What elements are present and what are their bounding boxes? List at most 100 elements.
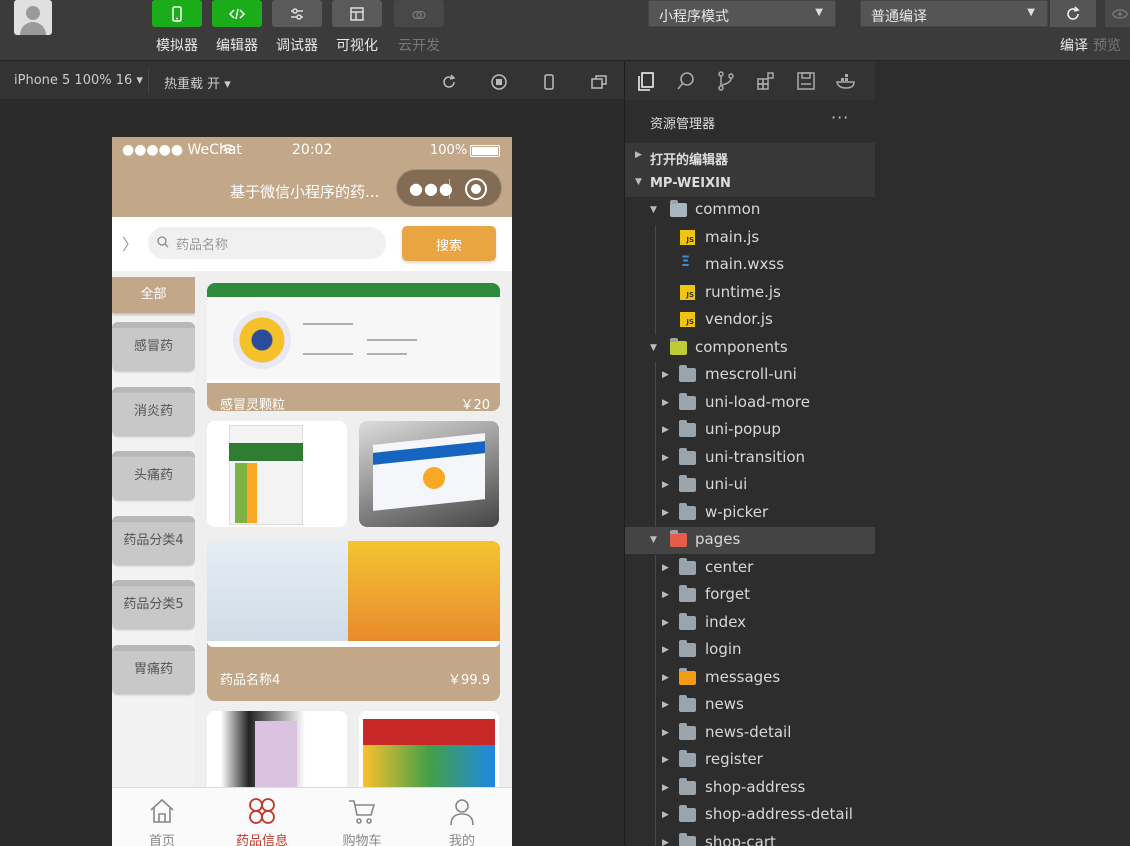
- tree-folder[interactable]: ▶ messages: [625, 665, 875, 692]
- open-editors-section[interactable]: ▶ 打开的编辑器: [625, 143, 875, 170]
- category-all[interactable]: 全部: [112, 277, 195, 313]
- tree-folder[interactable]: ▶ uni-load-more: [625, 390, 875, 417]
- caret-right-icon: ▶: [662, 453, 669, 463]
- tree-file-vendor-js[interactable]: JS vendor.js: [625, 307, 875, 334]
- project-section[interactable]: ▼ MP-WEIXIN: [625, 170, 875, 197]
- source-control-icon[interactable]: [715, 70, 737, 92]
- docker-icon[interactable]: [835, 70, 857, 92]
- tree-folder[interactable]: ▶ w-picker: [625, 500, 875, 527]
- product-price: ￥99.9: [448, 673, 490, 688]
- product-card[interactable]: [359, 421, 499, 527]
- folder-icon: [679, 393, 696, 410]
- tree-folder[interactable]: ▶ uni-ui: [625, 472, 875, 499]
- product-card[interactable]: [207, 421, 347, 527]
- tree-folder[interactable]: ▶ shop-address-detail: [625, 802, 875, 829]
- folder-icon: [679, 750, 696, 767]
- tree-folder[interactable]: ▶ index: [625, 610, 875, 637]
- status-time: 20:02: [292, 142, 333, 158]
- caret-right-icon: ▶: [635, 150, 642, 160]
- close-miniprogram-icon[interactable]: [465, 178, 487, 200]
- tab-home[interactable]: 首页: [112, 788, 212, 846]
- editor-label: 编辑器: [216, 38, 258, 54]
- tab-label: 购物车: [342, 834, 382, 846]
- category-item[interactable]: 消炎药: [112, 387, 195, 435]
- search-button[interactable]: 搜索: [402, 226, 496, 261]
- category-item[interactable]: 头痛药: [112, 451, 195, 499]
- save-icon[interactable]: [795, 70, 817, 92]
- category-label: 感冒药: [133, 339, 173, 354]
- category-item[interactable]: 药品分类5: [112, 580, 195, 628]
- tree-folder[interactable]: ▶ uni-popup: [625, 417, 875, 444]
- tab-mine[interactable]: 我的: [412, 788, 512, 846]
- tree-folder[interactable]: ▶ uni-transition: [625, 445, 875, 472]
- menu-capsule: ●●●: [396, 169, 502, 207]
- simulator-label: 模拟器: [156, 38, 198, 54]
- extensions-icon[interactable]: [755, 70, 777, 92]
- category-item[interactable]: 胃痛药: [112, 645, 195, 693]
- debugger-toggle-button[interactable]: [272, 0, 322, 27]
- search-input[interactable]: 药品名称: [148, 227, 386, 259]
- phone-icon[interactable]: [539, 72, 559, 92]
- category-label: 药品分类5: [123, 597, 184, 612]
- stop-icon[interactable]: [489, 72, 509, 92]
- product-card[interactable]: [359, 711, 499, 791]
- mode-select[interactable]: 小程序模式 ▼: [648, 0, 836, 27]
- tree-folder-common[interactable]: ▼ common: [625, 197, 875, 224]
- tab-cart[interactable]: 购物车: [312, 788, 412, 846]
- device-select[interactable]: iPhone 5 100% 16 ▾: [14, 73, 143, 88]
- tree-label: center: [705, 558, 754, 576]
- caret-right-icon: ▶: [662, 425, 669, 435]
- product-card[interactable]: [207, 711, 347, 791]
- caret-down-icon: ▼: [815, 7, 823, 18]
- sliders-icon: [291, 7, 303, 20]
- tree-folder[interactable]: ▶ mescroll-uni: [625, 362, 875, 389]
- search-placeholder: 药品名称: [176, 238, 229, 253]
- home-icon: [150, 798, 174, 823]
- tree-folder[interactable]: ▶ news-detail: [625, 720, 875, 747]
- chevron-right-icon[interactable]: 〉: [122, 231, 138, 255]
- tree-file-main-js[interactable]: JS main.js: [625, 225, 875, 252]
- more-actions-icon[interactable]: ···: [831, 108, 849, 127]
- product-card[interactable]: 感冒灵颗粒 ￥20: [207, 283, 500, 411]
- tab-products[interactable]: 药品信息: [212, 788, 312, 846]
- product-image: [359, 421, 499, 527]
- activity-bar: [625, 62, 875, 100]
- tree-label: news-detail: [705, 723, 792, 741]
- product-card[interactable]: 药品名称4 ￥99.9: [207, 541, 500, 701]
- editor-toggle-button[interactable]: [212, 0, 262, 27]
- visual-toggle-button[interactable]: [332, 0, 382, 27]
- tree-folder-pages[interactable]: ▼ pages: [625, 527, 875, 554]
- tree-folder[interactable]: ▶ center: [625, 555, 875, 582]
- simulator-toggle-button[interactable]: [152, 0, 202, 27]
- user-avatar[interactable]: [14, 0, 52, 35]
- tree-label: shop-cart: [705, 833, 776, 846]
- search-icon[interactable]: [675, 70, 697, 92]
- tree-file-main-wxss[interactable]: Ξ main.wxss: [625, 252, 875, 279]
- tree-folder-components[interactable]: ▼ components: [625, 335, 875, 362]
- tree-folder[interactable]: ▶ login: [625, 637, 875, 664]
- category-item[interactable]: 药品分类4: [112, 516, 195, 564]
- refresh-icon[interactable]: [439, 72, 459, 92]
- folder-icon: [679, 558, 696, 575]
- files-icon[interactable]: [635, 70, 657, 92]
- category-item[interactable]: 感冒药: [112, 322, 195, 370]
- explorer-title: 资源管理器: [650, 117, 716, 132]
- compile-button[interactable]: [1050, 0, 1096, 27]
- tree-folder[interactable]: ▶ forget: [625, 582, 875, 609]
- preview-button[interactable]: [1105, 0, 1130, 27]
- tree-label: news: [705, 695, 744, 713]
- compile-mode-select[interactable]: 普通编译 ▼: [860, 0, 1048, 27]
- tree-folder[interactable]: ▶ news: [625, 692, 875, 719]
- detach-window-icon[interactable]: [589, 72, 609, 92]
- cloud-dev-button[interactable]: [394, 0, 444, 27]
- tree-file-runtime-js[interactable]: JS runtime.js: [625, 280, 875, 307]
- tree-folder[interactable]: ▶ shop-cart: [625, 830, 875, 846]
- js-file-icon: JS: [680, 285, 695, 300]
- caret-right-icon: ▶: [662, 728, 669, 738]
- tree-folder[interactable]: ▶ register: [625, 747, 875, 774]
- cart-icon: [349, 800, 376, 824]
- hot-reload-toggle[interactable]: 热重载 开 ▾: [164, 73, 231, 92]
- caret-right-icon: ▶: [662, 838, 669, 846]
- more-icon[interactable]: ●●●: [409, 179, 454, 198]
- tree-folder[interactable]: ▶ shop-address: [625, 775, 875, 802]
